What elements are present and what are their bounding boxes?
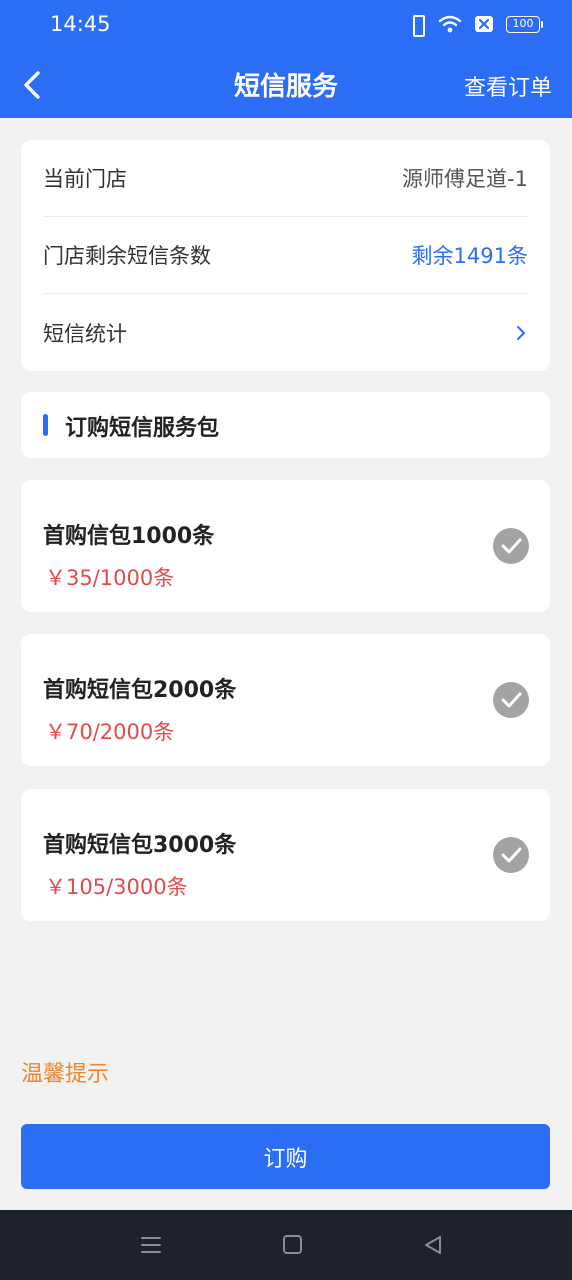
package-card[interactable]: 首购短信包2000条 ￥70/2000条: [21, 634, 550, 766]
check-circle-icon[interactable]: [493, 528, 529, 564]
wifi-icon: [438, 14, 462, 34]
package-card[interactable]: 首购短信包3000条 ￥105/3000条: [21, 789, 550, 921]
system-nav-bar: [0, 1210, 572, 1280]
triangle-back-icon[interactable]: [422, 1234, 444, 1256]
status-icons: 100: [408, 14, 543, 37]
store-info-card: 当前门店 源师傅足道-1 门店剩余短信条数 剩余1491条 短信统计: [21, 140, 550, 371]
package-name: 首购短信包2000条: [43, 678, 237, 703]
header: 14:45 100 短信服务 查看订单: [0, 0, 572, 118]
check-circle-icon[interactable]: [493, 837, 529, 873]
remaining-label: 门店剩余短信条数: [43, 244, 211, 268]
section-header: 订购短信服务包: [21, 392, 550, 458]
battery-icon: 100: [506, 15, 543, 33]
package-price: ￥105/3000条: [45, 875, 188, 899]
package-name: 首购短信包3000条: [43, 833, 237, 858]
vibrate-icon: [408, 14, 426, 37]
sms-stats-row[interactable]: 短信统计: [43, 294, 528, 371]
package-price: ￥70/2000条: [45, 720, 175, 744]
view-orders-link[interactable]: 查看订单: [464, 70, 552, 102]
buy-button[interactable]: 订购: [21, 1124, 550, 1189]
store-value: 源师傅足道-1: [402, 167, 528, 191]
package-price: ￥35/1000条: [45, 566, 175, 590]
status-time: 14:45: [50, 12, 111, 36]
tips-link[interactable]: 温馨提示: [21, 1056, 109, 1088]
sms-stats-label: 短信统计: [43, 321, 127, 346]
section-accent-bar: [43, 414, 48, 436]
remaining-row: 门店剩余短信条数 剩余1491条: [43, 217, 528, 294]
package-name: 首购信包1000条: [43, 524, 215, 549]
home-icon[interactable]: [283, 1235, 302, 1254]
store-row: 当前门店 源师傅足道-1: [43, 140, 528, 217]
store-label: 当前门店: [43, 167, 127, 191]
no-sim-icon: [474, 15, 494, 33]
screen: 14:45 100 短信服务 查看订单 当前门店 源师傅足道-1 门店剩余短信条…: [0, 0, 572, 1280]
remaining-value: 剩余1491条: [411, 244, 528, 268]
section-title: 订购短信服务包: [65, 416, 220, 441]
check-circle-icon[interactable]: [493, 682, 529, 718]
menu-icon[interactable]: [140, 1235, 162, 1255]
chevron-right-icon: [514, 323, 528, 343]
package-card[interactable]: 首购信包1000条 ￥35/1000条: [21, 480, 550, 612]
